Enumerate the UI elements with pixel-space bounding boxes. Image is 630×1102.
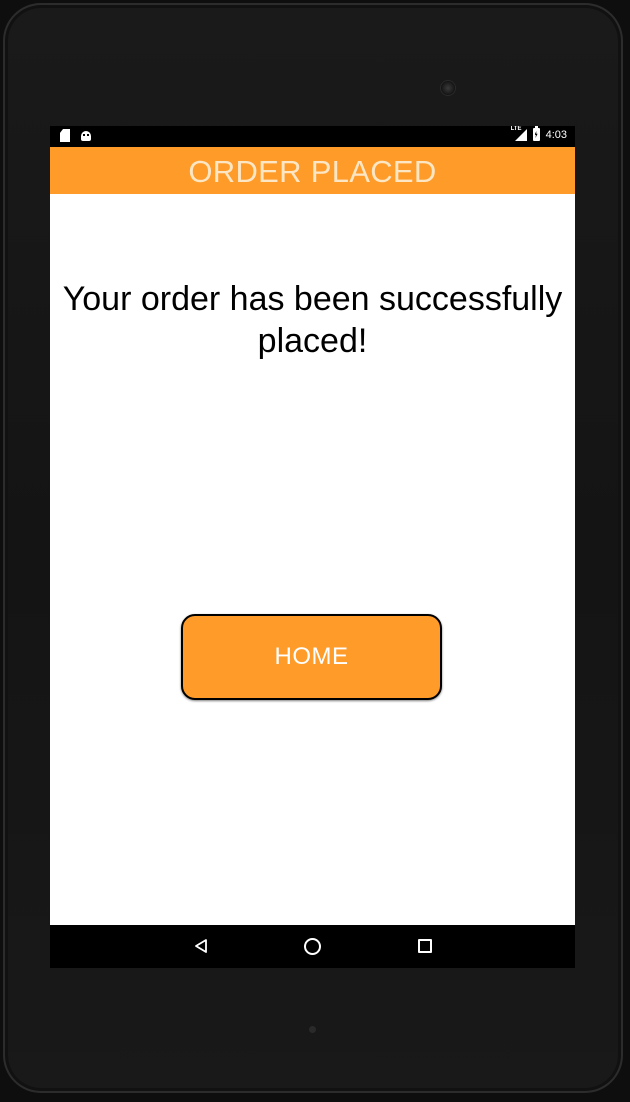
- home-button-label: HOME: [274, 643, 349, 670]
- main-content: Your order has been successfully placed!…: [50, 194, 575, 925]
- home-circle-icon[interactable]: [304, 938, 321, 955]
- device-emulator: LTE 4:03 ORDER PLACED Your order has bee…: [0, 0, 630, 1102]
- back-icon[interactable]: [194, 939, 208, 953]
- sd-card-icon: [60, 129, 70, 142]
- app-bar: ORDER PLACED: [50, 147, 575, 194]
- status-left-icons: [60, 129, 92, 142]
- recent-apps-icon[interactable]: [418, 939, 432, 953]
- status-bar: LTE 4:03: [50, 126, 575, 147]
- android-debug-icon: [80, 129, 92, 142]
- signal-icon: LTE: [511, 126, 527, 141]
- navigation-bar: [50, 925, 575, 968]
- battery-charging-icon: [532, 126, 540, 141]
- order-success-message: Your order has been successfully placed!: [62, 280, 563, 360]
- page-title: ORDER PLACED: [188, 154, 437, 189]
- front-camera: [441, 81, 455, 95]
- device-sensor-dot: [309, 1026, 316, 1033]
- home-button[interactable]: HOME: [181, 614, 442, 700]
- status-time: 4:03: [545, 128, 567, 141]
- screen: LTE 4:03 ORDER PLACED Your order has bee…: [50, 126, 575, 968]
- status-right-icons: LTE 4:03: [511, 126, 567, 141]
